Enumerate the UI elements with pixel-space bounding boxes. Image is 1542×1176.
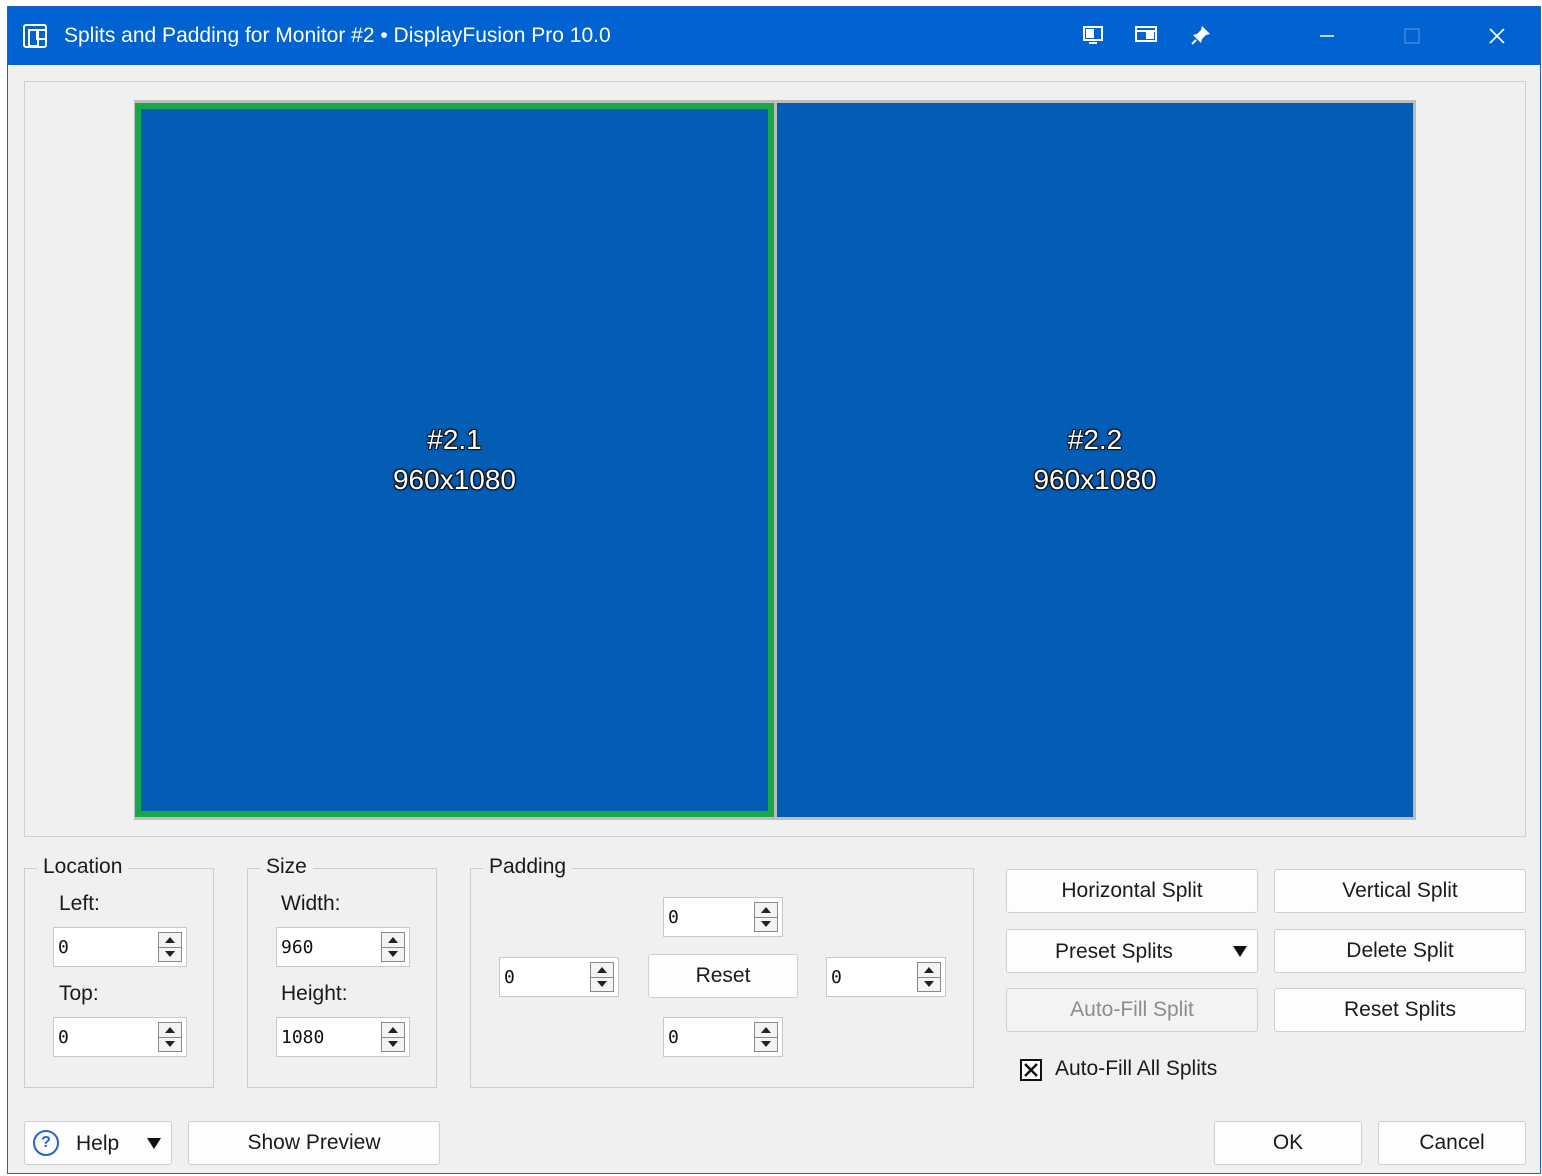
monitor-preview: #2.1 960x1080 #2.2 960x1080	[134, 100, 1416, 820]
cancel-button[interactable]: Cancel	[1378, 1121, 1526, 1165]
reset-splits-button[interactable]: Reset Splits	[1274, 988, 1526, 1032]
auto-fill-split-button: Auto-Fill Split	[1006, 988, 1258, 1032]
spinner-arrows-icon[interactable]	[917, 962, 941, 992]
location-group-title: Location	[37, 855, 129, 879]
preset-splits-label: Preset Splits	[1055, 940, 1173, 963]
left-value: 0	[58, 937, 69, 958]
pin-icon[interactable]	[1187, 21, 1215, 49]
ok-button[interactable]: OK	[1214, 1121, 1362, 1165]
split-tile-2-2[interactable]: #2.2 960x1080	[777, 103, 1413, 817]
preset-splits-dropdown[interactable]: Preset Splits	[1006, 929, 1258, 973]
split-name: #2.2	[1067, 424, 1123, 455]
padding-right-value: 0	[831, 967, 842, 988]
size-group-title: Size	[260, 855, 313, 879]
padding-group-title: Padding	[483, 855, 573, 879]
padding-left-spinner[interactable]: 0	[499, 957, 619, 997]
padding-right-spinner[interactable]: 0	[826, 957, 946, 997]
monitor-layout-icon[interactable]	[1079, 21, 1107, 49]
maximize-button	[1372, 7, 1452, 65]
auto-fill-all-checkbox[interactable]	[1020, 1059, 1042, 1081]
padding-bottom-value: 0	[668, 1027, 679, 1048]
top-value: 0	[58, 1027, 69, 1048]
spinner-arrows-icon[interactable]	[754, 902, 778, 932]
height-label: Height:	[281, 982, 348, 1005]
delete-split-button[interactable]: Delete Split	[1274, 929, 1526, 973]
padding-left-value: 0	[504, 967, 515, 988]
left-spinner[interactable]: 0	[53, 927, 187, 967]
split-resolution: 960x1080	[392, 464, 516, 495]
show-preview-button[interactable]: Show Preview	[188, 1121, 440, 1165]
spinner-arrows-icon[interactable]	[381, 1022, 405, 1052]
maximize-icon	[1404, 28, 1420, 44]
displayfusion-app-icon	[23, 24, 47, 48]
spinner-arrows-icon[interactable]	[590, 962, 614, 992]
spinner-arrows-icon[interactable]	[754, 1022, 778, 1052]
title-bar[interactable]: Splits and Padding for Monitor #2 • Disp…	[8, 7, 1540, 65]
help-label: Help	[76, 1132, 120, 1155]
help-icon: ?	[33, 1130, 59, 1156]
minimize-button[interactable]	[1287, 7, 1367, 65]
left-label: Left:	[59, 892, 100, 915]
window-split-icon[interactable]	[1132, 21, 1160, 49]
close-button[interactable]	[1457, 7, 1537, 65]
split-tile-2-1[interactable]: #2.1 960x1080	[135, 103, 774, 817]
spinner-arrows-icon[interactable]	[158, 1022, 182, 1052]
spinner-arrows-icon[interactable]	[158, 932, 182, 962]
spinner-arrows-icon[interactable]	[381, 932, 405, 962]
padding-reset-button[interactable]: Reset	[648, 954, 798, 998]
width-value: 960	[281, 937, 314, 958]
split-name: #2.1	[427, 424, 482, 455]
dropdown-arrow-icon	[147, 1138, 161, 1149]
width-spinner[interactable]: 960	[276, 927, 410, 967]
top-spinner[interactable]: 0	[53, 1017, 187, 1057]
top-label: Top:	[59, 982, 99, 1005]
height-spinner[interactable]: 1080	[276, 1017, 410, 1057]
split-resolution: 960x1080	[1033, 464, 1157, 495]
height-value: 1080	[281, 1027, 325, 1048]
split-preview-area: #2.1 960x1080 #2.2 960x1080	[24, 81, 1526, 837]
vertical-split-button[interactable]: Vertical Split	[1274, 869, 1526, 913]
minimize-icon	[1320, 35, 1334, 37]
window-title: Splits and Padding for Monitor #2 • Disp…	[64, 24, 611, 47]
help-dropdown-button[interactable]: ? Help	[24, 1121, 172, 1165]
width-label: Width:	[281, 892, 341, 915]
auto-fill-all-label[interactable]: Auto-Fill All Splits	[1055, 1057, 1217, 1081]
dropdown-arrow-icon	[1233, 946, 1247, 957]
checkbox-x-icon	[1024, 1063, 1038, 1077]
padding-top-value: 0	[668, 907, 679, 928]
padding-top-spinner[interactable]: 0	[663, 897, 783, 937]
padding-bottom-spinner[interactable]: 0	[663, 1017, 783, 1057]
close-icon	[1489, 28, 1505, 44]
horizontal-split-button[interactable]: Horizontal Split	[1006, 869, 1258, 913]
splits-padding-dialog: Splits and Padding for Monitor #2 • Disp…	[7, 6, 1541, 1174]
